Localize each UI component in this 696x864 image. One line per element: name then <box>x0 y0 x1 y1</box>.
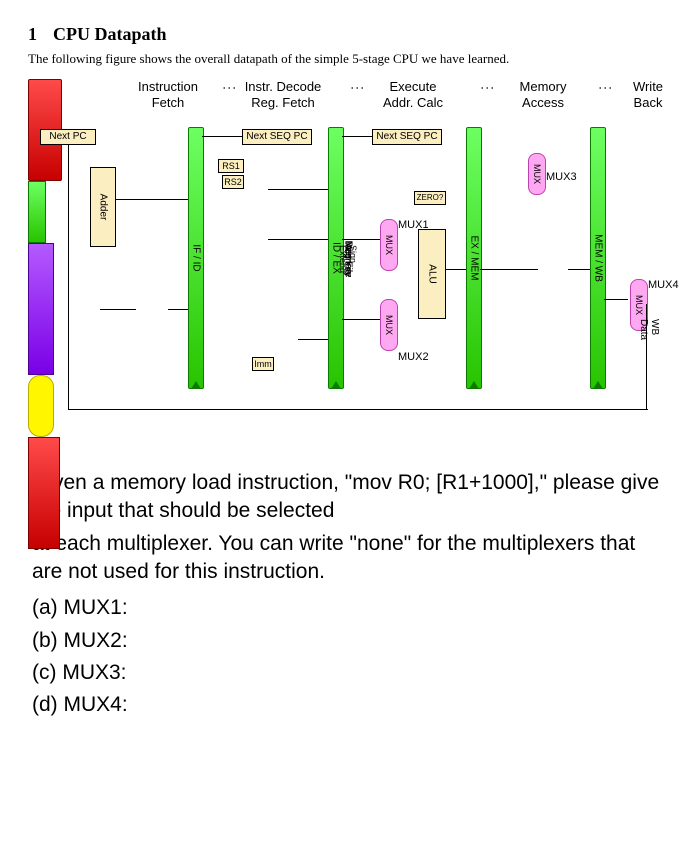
pipe-ifid-label: IF / ID <box>191 244 202 271</box>
pipe-exmem-label: EX / MEM <box>469 235 480 280</box>
stage-if-line1: Instruction <box>138 79 198 94</box>
stage-sep-4: ⋮ <box>598 81 614 91</box>
pipe-memwb-label: MEM / WB <box>593 234 604 282</box>
datapath-diagram: Instruction Fetch ⋮ Instr. Decode Reg. F… <box>28 79 668 439</box>
option-c: (c) MUX3: <box>32 659 664 687</box>
stage-id: Instr. Decode Reg. Fetch <box>228 79 338 110</box>
stage-mem-line1: Memory <box>520 79 567 94</box>
mux3-inner: MUX <box>532 164 542 184</box>
alu-label: ALU <box>427 264 438 283</box>
stage-ex-line1: Execute <box>390 79 437 94</box>
mux1-label: MUX1 <box>398 219 429 231</box>
address-reg: Address <box>28 181 46 243</box>
pipe-exmem: EX / MEM <box>466 127 482 389</box>
stage-sep-3: ⋮ <box>480 81 496 91</box>
stage-wb-line2: Back <box>634 95 663 110</box>
stage-id-line1: Instr. Decode <box>245 79 322 94</box>
mux1-inner: MUX <box>384 235 394 255</box>
option-a: (a) MUX1: <box>32 594 664 622</box>
mux2-inner: MUX <box>384 315 394 335</box>
rs2: RS2 <box>222 175 244 189</box>
next-seq-pc-2: Next SEQ PC <box>372 129 442 145</box>
stage-wb: Write Back <box>618 79 678 110</box>
stage-ex: Execute Addr. Calc <box>368 79 458 110</box>
mux4-label: MUX4 <box>648 279 679 291</box>
pipe-memwb: MEM / WB <box>590 127 606 389</box>
option-d: (d) MUX4: <box>32 691 664 719</box>
adder: Adder <box>90 167 116 247</box>
stage-mem-line2: Access <box>522 95 564 110</box>
adder-label: Adder <box>98 194 109 221</box>
alu: ALU <box>418 229 446 319</box>
stage-sep-2: ⋮ <box>350 81 366 91</box>
stage-ex-line2: Addr. Calc <box>383 95 443 110</box>
wb-data-label: WB Data <box>638 319 660 340</box>
stage-if-line2: Fetch <box>152 95 185 110</box>
stage-id-line2: Reg. Fetch <box>251 95 315 110</box>
question-line-1: Given a memory load instruction, "mov R0… <box>32 469 664 526</box>
pipe-ifid: IF / ID <box>188 127 204 389</box>
imm: Imm <box>252 357 274 371</box>
mux2-label: MUX2 <box>398 351 429 363</box>
section-number: 1 <box>28 24 37 44</box>
option-b: (b) MUX2: <box>32 627 664 655</box>
register-file: Reg File <box>28 243 54 375</box>
question-line-2: at each multiplexer. You can write "none… <box>32 530 664 587</box>
stage-if: Instruction Fetch <box>118 79 218 110</box>
next-seq-pc-1: Next SEQ PC <box>242 129 312 145</box>
next-pc: Next PC <box>40 129 96 145</box>
intro-text: The following figure shows the overall d… <box>28 51 668 67</box>
question-block: Given a memory load instruction, "mov R0… <box>28 469 668 720</box>
mux1: MUX <box>380 219 398 271</box>
mux3-label: MUX3 <box>546 171 577 183</box>
sign-extend: SignExtend <box>28 375 54 437</box>
mux2: MUX <box>380 299 398 351</box>
zero-detect: ZERO? <box>414 191 446 205</box>
dmem-label: Memory <box>343 241 354 277</box>
section-heading: CPU Datapath <box>53 24 167 44</box>
stage-mem: Memory Access <box>498 79 588 110</box>
rs1: RS1 <box>218 159 244 173</box>
stage-wb-line1: Write <box>633 79 663 94</box>
section-title: 1 CPU Datapath <box>28 24 668 45</box>
mux3: MUX <box>528 153 546 195</box>
mux4-inner: MUX <box>634 295 644 315</box>
data-memory: Memory <box>28 437 60 549</box>
